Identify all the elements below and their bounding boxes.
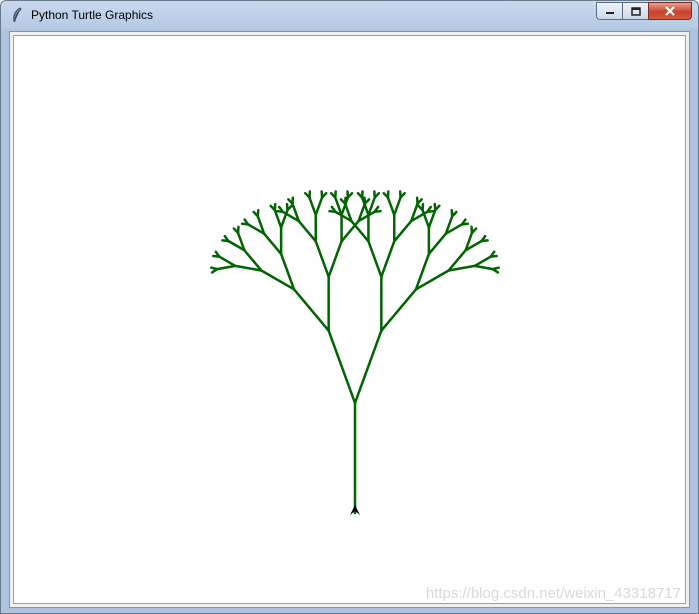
- tree-branch: [425, 209, 435, 214]
- tree-branch: [353, 329, 383, 405]
- tree-branch: [427, 232, 448, 256]
- tree-branch: [392, 219, 413, 243]
- tree-branch: [489, 254, 498, 258]
- tree-branch: [218, 255, 237, 268]
- tree-branch: [367, 240, 383, 278]
- maximize-button[interactable]: [622, 2, 648, 20]
- title-bar[interactable]: Python Turtle Graphics: [1, 1, 698, 30]
- turtle-canvas[interactable]: https://blog.csdn.net/weixin_43318717: [13, 35, 686, 604]
- tree-branch: [460, 222, 470, 226]
- tree-branch: [327, 329, 357, 405]
- window-title: Python Turtle Graphics: [31, 8, 154, 22]
- close-button[interactable]: [648, 2, 692, 20]
- tree-branch: [210, 266, 219, 271]
- tree-branch: [480, 239, 489, 243]
- watermark: https://blog.csdn.net/weixin_43318717: [425, 585, 681, 602]
- window-controls: [596, 2, 692, 21]
- maximize-icon: [630, 6, 641, 16]
- tree-branch: [314, 196, 324, 217]
- tree-branch: [308, 196, 318, 217]
- tree-branch: [473, 255, 492, 268]
- tree-branch: [292, 288, 330, 332]
- tree-branch: [262, 232, 283, 256]
- close-icon: [665, 6, 675, 16]
- tree-branch: [491, 267, 500, 274]
- turtle-window: Python Turtle Graphics https://blog.csdn…: [0, 0, 699, 614]
- tree-branch: [327, 240, 343, 278]
- tree-branch: [373, 209, 382, 214]
- tree-branch: [314, 240, 330, 278]
- minimize-button[interactable]: [596, 2, 622, 20]
- tree-branch: [392, 196, 402, 217]
- tree-branch: [350, 219, 370, 243]
- tree-branch: [473, 264, 495, 271]
- minimize-icon: [605, 12, 614, 14]
- feather-icon: [13, 7, 22, 23]
- fractal-tree: [210, 190, 500, 515]
- tree-branch: [386, 196, 396, 217]
- tree-branch: [340, 219, 360, 243]
- tree-branch: [380, 288, 418, 332]
- tree-branch: [215, 264, 237, 271]
- tree-branch: [297, 219, 318, 243]
- tree-branch: [380, 240, 396, 278]
- client-area: https://blog.csdn.net/weixin_43318717: [9, 31, 690, 608]
